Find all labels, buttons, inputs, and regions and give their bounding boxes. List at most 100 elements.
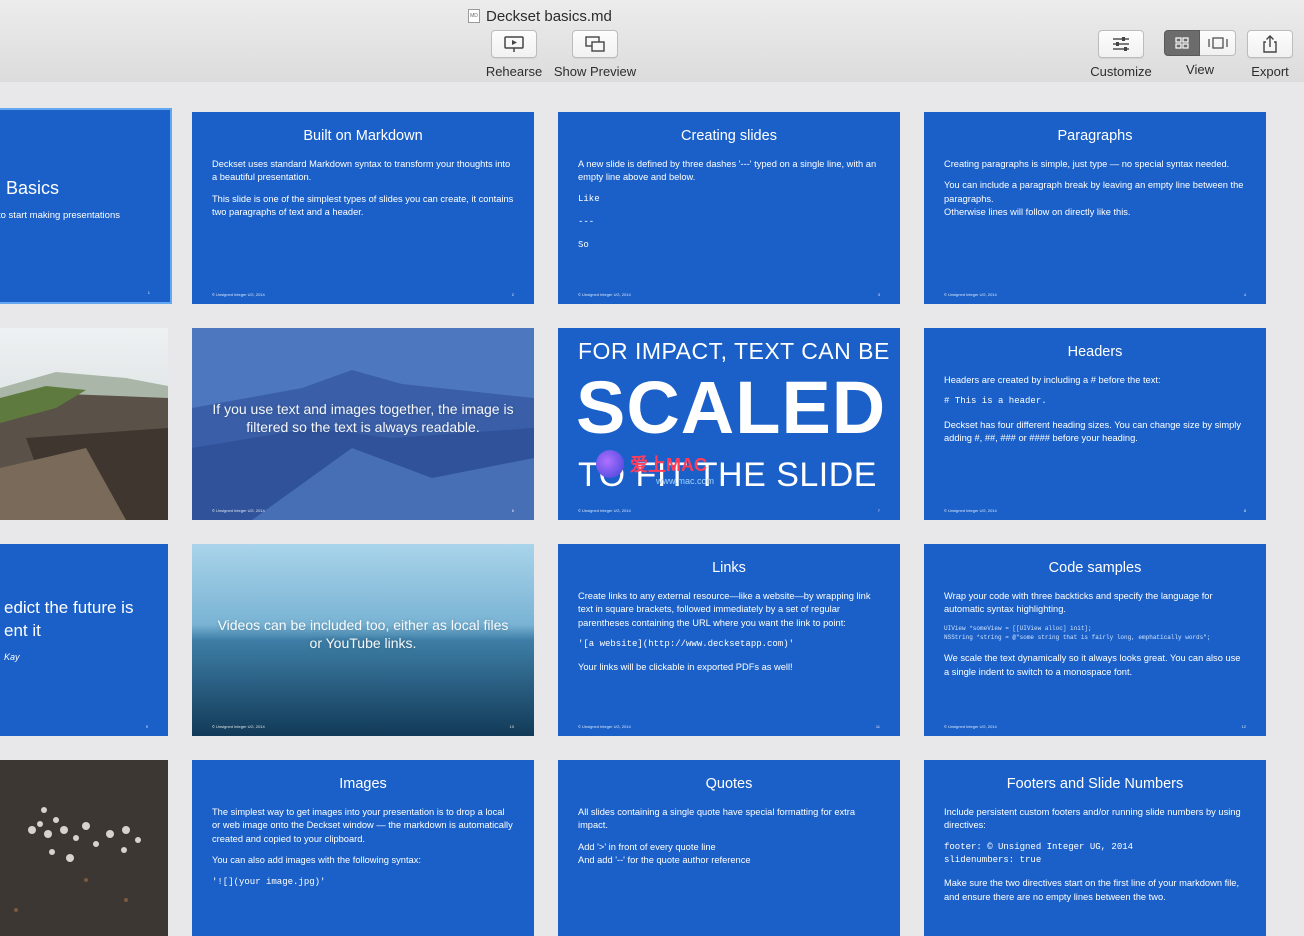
slide-paragraph: We scale the text dynamically so it alwa… [944,653,1241,677]
slide-thumbnail[interactable]: Videos can be included too, either as lo… [192,544,534,736]
slide-footer: © Unsigned Integer UG, 2014 [578,508,631,513]
slide-number: 8 [1243,508,1246,513]
slide-code: slidenumbers: true [944,854,1042,865]
mountain-photo [0,328,168,520]
slide-thumbnail[interactable] [0,760,168,936]
slide-title: Links [712,560,746,576]
slide-footer: © Unsigned Integer UG, 2014 [944,508,997,513]
slide-paragraph: A new slide is defined by three dashes '… [578,159,877,183]
slide-thumbnail[interactable]: Basics to start making presentations 1 [0,108,172,304]
slide-code: So [578,240,589,251]
slide-title: Headers [1067,344,1123,360]
share-icon[interactable] [1247,30,1293,58]
show-preview-icon[interactable] [572,30,618,58]
slide-paragraph: The simplest way to get images into your… [212,807,513,844]
slide-thumbnail[interactable] [0,328,168,520]
slide-paragraph: Your links will be clickable in exported… [578,662,793,673]
slide-thumbnail[interactable]: Images The simplest way to get images in… [192,760,534,936]
slide-number: 3 [877,292,880,297]
slide-title: Footers and Slide Numbers [1006,776,1184,792]
slide-title: Quotes [705,776,753,792]
slide-thumbnail[interactable]: Quotes All slides containing a single qu… [558,760,900,936]
slide-paragraph: Headers are created by including a # bef… [944,375,1161,385]
show-preview-label: Show Preview [553,64,637,79]
slide-paragraph: And add '--' for the quote author refere… [578,855,751,866]
slide-title: Images [339,776,387,792]
blossom-photo [0,760,168,936]
slide-footer: © Unsigned Integer UG, 2014 [212,724,265,729]
slide-code: # This is a header. [944,396,1047,407]
slide-title: Creating slides [681,128,777,144]
slide-paragraph: You can also add images with the followi… [212,855,421,866]
slide-subtitle: to start making presentations [0,210,120,221]
slide-paragraph: Creating paragraphs is simple, just type… [944,159,1230,169]
slide-thumbnail[interactable]: Built on Markdown Deckset uses standard … [192,112,534,304]
slide-thumbnail[interactable]: Footers and Slide Numbers Include persis… [924,760,1266,936]
slide-thumbnail[interactable]: If you use text and images together, the… [192,328,534,520]
slide-code: NSString *string = @"some string that is… [944,633,1211,641]
slide-thumbnail[interactable]: Headers Headers are created by including… [924,328,1266,520]
show-preview-button[interactable]: Show Preview [552,30,638,79]
slide-paragraph: Make sure the two directives start on th… [944,878,1240,902]
export-label: Export [1251,64,1289,79]
slide-code: Like [578,193,600,204]
rehearse-button[interactable]: Rehearse [485,30,543,79]
slide-thumbnail[interactable]: Code samples Wrap your code with three b… [924,544,1266,736]
slide-thumbnail[interactable]: Creating slides A new slide is defined b… [558,112,900,304]
slide-paragraph: Include persistent custom footers and/or… [944,807,1241,831]
slide-paragraph: You can include a paragraph break by lea… [944,180,1244,204]
slide-scaled-line-2: SCALED [576,366,887,449]
watermark-text: 爱上MAC [630,455,707,475]
slide-number: 9 [145,724,148,729]
slide-number: 2 [511,292,514,297]
slide-paragraph: Deckset uses standard Markdown syntax to… [212,159,511,183]
slide-code: footer: © Unsigned Integer UG, 2014 [944,841,1134,852]
slide-number: 4 [1243,292,1246,297]
slide-footer: © Unsigned Integer UG, 2014 [578,724,631,729]
slide-paragraph: All slides containing a single quote hav… [578,807,855,831]
slide-title: Paragraphs [1057,128,1133,144]
slide-title: Basics [6,178,60,198]
slide-overlay-text: Videos can be included too, either as lo… [217,617,509,651]
window-toolbar: MD Deckset basics.md Rehearse Show Previ… [0,0,1304,83]
slide-footer: © Unsigned Integer UG, 2014 [212,508,265,513]
slide-paragraph: Deckset has four different heading sizes… [944,419,1241,443]
slide-code: '[a website](http://www.decksetapp.com)' [578,639,795,650]
slide-thumbnail[interactable]: Links Create links to any external resou… [558,544,900,736]
rehearse-icon[interactable] [491,30,537,58]
rehearse-label: Rehearse [485,64,543,79]
slide-footer: © Unsigned Integer UG, 2014 [944,292,997,297]
view-segmented-control[interactable]: View [1164,30,1236,77]
slide-thumbnail[interactable]: FOR IMPACT, TEXT CAN BE SCALED TO FIT TH… [558,328,900,520]
view-label: View [1186,62,1214,77]
slide-number: 11 [875,724,880,729]
customize-button[interactable]: Customize [1088,30,1154,79]
slide-footer: © Unsigned Integer UG, 2014 [578,292,631,297]
slide-view-icon[interactable] [1200,30,1236,56]
slide-number: 1 [147,290,150,295]
sliders-icon[interactable] [1098,30,1144,58]
slide-paragraph: Create links to any external resource—li… [578,591,871,628]
window-title: MD Deckset basics.md [468,6,612,26]
export-button[interactable]: Export [1247,30,1293,79]
slide-overlay-text: If you use text and images together, the… [212,401,514,435]
slide-paragraph: Add '>' in front of every quote line [578,841,716,852]
slide-footer: © Unsigned Integer UG, 2014 [212,292,265,297]
slide-scaled-line-1: FOR IMPACT, TEXT CAN BE [578,338,890,364]
slide-footer: © Unsigned Integer UG, 2014 [944,724,997,729]
slide-thumbnail[interactable]: Paragraphs Creating paragraphs is simple… [924,112,1266,304]
grid-view-icon[interactable] [1164,30,1200,56]
customize-label: Customize [1090,64,1152,79]
slide-quote: edict the future is ent it [4,598,134,640]
window-title-text: Deckset basics.md [486,7,612,25]
slide-code: UIView *someView = [[UIView alloc] init]… [944,624,1092,632]
watermark: 爱上MAC www.mac.com [596,450,714,486]
slide-grid: Basics to start making presentations 1 B… [0,82,1304,936]
slide-number: 12 [1241,724,1246,729]
slide-number: 7 [877,508,880,513]
document-icon: MD [468,9,480,23]
slide-quote-author: Kay [4,652,20,662]
slide-code: '![](your image.jpg)' [212,876,326,887]
slide-thumbnail[interactable]: edict the future is ent it Kay 9 [0,544,168,736]
slide-paragraph: Otherwise lines will follow on directly … [944,207,1131,218]
